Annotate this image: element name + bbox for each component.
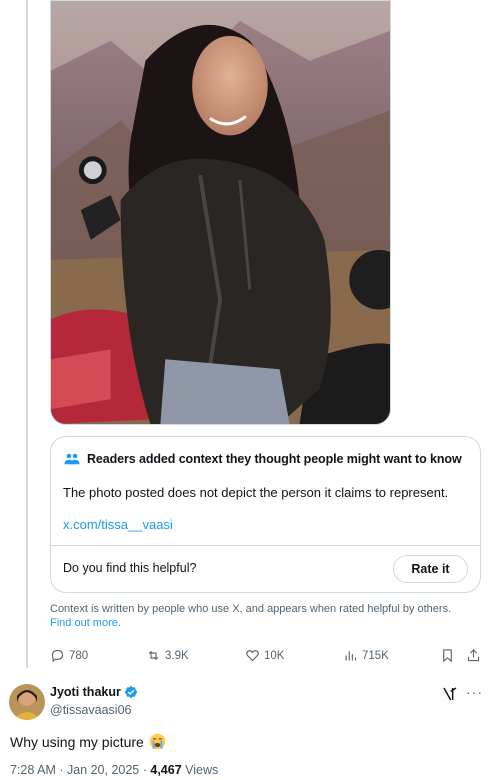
reply-icon	[51, 649, 64, 663]
views-label: Views	[181, 763, 219, 777]
context-disclaimer: Context is written by people who use X, …	[50, 602, 480, 630]
bookmark-icon	[443, 649, 452, 663]
photo-illustration	[51, 1, 390, 424]
like-icon	[246, 650, 259, 662]
grok-icon[interactable]	[442, 686, 458, 702]
avatar-image	[9, 684, 45, 720]
repost-button[interactable]: 3.9K	[146, 648, 189, 663]
avatar[interactable]	[9, 684, 45, 720]
share-button[interactable]	[466, 648, 481, 663]
crying-emoji	[149, 733, 166, 750]
reply-count: 780	[69, 649, 89, 662]
reply-button[interactable]: 780	[50, 648, 88, 663]
note-header: Readers added context they thought peopl…	[63, 449, 462, 469]
bookmark-button[interactable]	[440, 648, 455, 663]
user-handle[interactable]: @tissavaasi06	[50, 703, 131, 717]
tweet-meta: 7:28 AM · Jan 20, 2025 · 4,467 Views	[10, 763, 218, 777]
thread-line	[26, 0, 28, 668]
repost-icon	[148, 650, 159, 661]
community-notes-icon	[64, 453, 80, 465]
find-out-more-link[interactable]: Find out more.	[50, 617, 121, 629]
views-icon	[345, 651, 357, 661]
user-name[interactable]: Jyoti thakur	[50, 685, 138, 699]
views-button[interactable]: 715K	[343, 648, 389, 663]
views-count: 715K	[362, 649, 389, 662]
helpful-question: Do you find this helpful?	[63, 561, 197, 575]
note-link[interactable]: x.com/tissa__vaasi	[63, 517, 173, 532]
share-icon	[467, 649, 480, 662]
reply-text: Why using my picture	[10, 733, 166, 750]
repost-count: 3.9K	[165, 649, 189, 662]
verified-icon	[124, 685, 138, 699]
action-bar: 780 3.9K 10K 715K	[50, 648, 490, 668]
like-button[interactable]: 10K	[245, 648, 284, 663]
note-title: Readers added context they thought peopl…	[87, 452, 462, 466]
more-icon[interactable]: ···	[466, 684, 483, 700]
rate-it-button[interactable]: Rate it	[393, 555, 468, 583]
timestamp[interactable]: 7:28 AM · Jan 20, 2025 ·	[10, 763, 150, 777]
views-total: 4,467	[150, 763, 182, 777]
tweet-photo[interactable]	[50, 0, 391, 425]
context-text: Context is written by people who use X, …	[50, 603, 452, 615]
community-note: Readers added context they thought peopl…	[50, 436, 481, 593]
note-text: The photo posted does not depict the per…	[63, 485, 449, 500]
reply-text-content: Why using my picture	[10, 733, 144, 750]
note-divider	[51, 545, 480, 546]
display-name[interactable]: Jyoti thakur	[50, 685, 121, 699]
like-count: 10K	[264, 649, 285, 662]
